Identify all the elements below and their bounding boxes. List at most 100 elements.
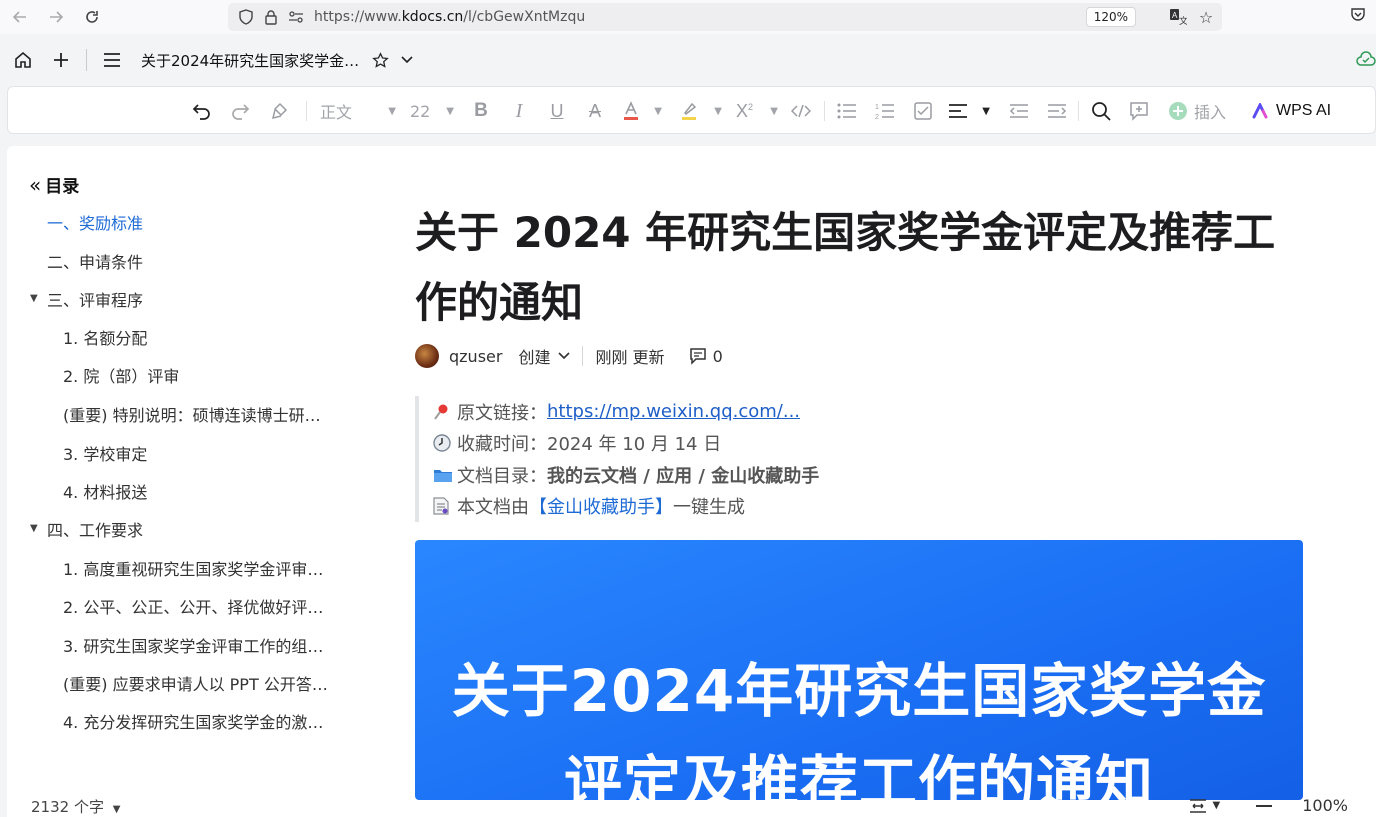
chevron-down-icon[interactable] bbox=[395, 41, 419, 79]
toc-item[interactable]: 3. 学校审定 bbox=[63, 441, 335, 465]
toc-header[interactable]: « 目录 bbox=[29, 172, 80, 198]
toc-item[interactable]: 2. 公平、公正、公开、择优做好评… bbox=[63, 594, 335, 618]
time-value: 2024 年 10 月 14 日 bbox=[547, 434, 722, 456]
toc-item[interactable]: 4. 充分发挥研究生国家奖学金的激… bbox=[63, 709, 335, 733]
svg-text:2: 2 bbox=[875, 114, 879, 120]
document-meta: qzuser 创建 刚刚 更新 0 bbox=[415, 342, 723, 370]
undo-icon[interactable] bbox=[188, 97, 216, 125]
created-label: 创建 bbox=[518, 348, 551, 367]
collapse-double-chevron-icon[interactable]: « bbox=[29, 173, 41, 197]
cloud-saved-icon bbox=[1356, 51, 1376, 71]
new-plus-icon[interactable] bbox=[42, 41, 80, 79]
page-width-toggle[interactable]: ▼ bbox=[1189, 798, 1220, 814]
outdent-icon[interactable] bbox=[1006, 97, 1032, 125]
toc-item[interactable]: 一、奖励标准 bbox=[47, 210, 347, 234]
toc-item[interactable]: (重要) 应要求申请人以 PPT 公开答… bbox=[63, 671, 335, 695]
insert-button[interactable]: 插入 bbox=[1168, 97, 1238, 125]
bold-icon[interactable]: B bbox=[468, 97, 494, 125]
document-title[interactable]: 关于 2024 年研究生国家奖学金评定及推荐工作的通知 bbox=[415, 198, 1305, 338]
toc-item[interactable]: (重要) 特别说明：硕博连读博士研… bbox=[63, 402, 335, 426]
toc-item[interactable]: 二、申请条件 bbox=[47, 249, 347, 273]
url-text[interactable]: https://www.kdocs.cn/l/cbGewXntMzqu bbox=[314, 9, 585, 25]
menu-icon[interactable] bbox=[93, 41, 131, 79]
numbered-list-icon[interactable]: 12 bbox=[872, 97, 898, 125]
app-header: 关于2024年研究生国家奖学金… bbox=[0, 34, 1376, 86]
toc-item[interactable]: 四、工作要求 bbox=[47, 517, 347, 541]
code-icon[interactable] bbox=[788, 97, 814, 125]
avatar[interactable] bbox=[415, 344, 439, 368]
reload-icon[interactable] bbox=[74, 2, 110, 32]
toolbar-divider bbox=[1078, 101, 1079, 121]
zoom-indicator[interactable]: 120% bbox=[1085, 7, 1136, 27]
checkbox-icon[interactable] bbox=[910, 97, 936, 125]
doc-title[interactable]: 关于2024年研究生国家奖学金… bbox=[141, 50, 359, 71]
info-quote-block[interactable]: 原文链接： https://mp.weixin.qq.com/... 收藏时间：… bbox=[415, 396, 1015, 522]
folder-icon bbox=[433, 467, 455, 483]
zoom-level[interactable]: 100% bbox=[1302, 796, 1348, 815]
toc-item[interactable]: 3. 研究生国家奖学金评审工作的组… bbox=[63, 633, 335, 657]
back-arrow-icon[interactable] bbox=[2, 2, 38, 32]
svg-text:1: 1 bbox=[875, 104, 879, 111]
clock-icon bbox=[433, 434, 455, 452]
highlight-icon[interactable]: ▼ bbox=[680, 97, 722, 125]
toc-item[interactable]: 三、评审程序 bbox=[47, 287, 347, 311]
document-content[interactable]: 关于 2024 年研究生国家奖学金评定及推荐工作的通知 qzuser 创建 刚刚… bbox=[415, 146, 1305, 800]
address-bar[interactable]: https://www.kdocs.cn/l/cbGewXntMzqu 120%… bbox=[228, 3, 1222, 31]
toolbar-divider bbox=[306, 101, 307, 121]
toc-item[interactable]: 2. 院（部）评审 bbox=[63, 363, 335, 387]
font-size-select[interactable]: 22 ▼ bbox=[410, 97, 454, 125]
home-icon[interactable] bbox=[4, 41, 42, 79]
bullet-list-icon[interactable] bbox=[834, 97, 860, 125]
pocket-icon[interactable] bbox=[1350, 6, 1366, 26]
bookmark-star-icon[interactable]: ☆ bbox=[1196, 7, 1216, 27]
time-label: 收藏时间： bbox=[457, 434, 547, 456]
toolbar-divider bbox=[824, 101, 825, 121]
translate-icon[interactable]: A文 bbox=[1168, 7, 1188, 27]
wps-ai-button[interactable]: WPS AI bbox=[1252, 97, 1331, 125]
comment-count-button[interactable]: 0 bbox=[689, 347, 723, 366]
header-divider bbox=[86, 49, 87, 71]
dir-value: 我的云文档 / 应用 / 金山收藏助手 bbox=[547, 465, 820, 487]
add-comment-icon[interactable] bbox=[1126, 97, 1152, 125]
lock-icon[interactable] bbox=[264, 9, 278, 25]
superscript-icon[interactable]: X2 ▼ bbox=[736, 97, 778, 125]
toc-item[interactable]: 1. 高度重视研究生国家奖学金评审… bbox=[63, 556, 335, 580]
pushpin-icon bbox=[433, 403, 455, 421]
wps-ai-label: WPS AI bbox=[1276, 102, 1332, 119]
gen-name-link[interactable]: 【金山收藏助手】 bbox=[529, 493, 673, 519]
chevron-down-icon[interactable] bbox=[558, 352, 571, 360]
updated-label: 刚刚 更新 bbox=[595, 348, 665, 367]
expand-triangle-icon[interactable]: ▼ bbox=[30, 293, 38, 304]
source-link[interactable]: https://mp.weixin.qq.com/... bbox=[547, 401, 800, 422]
word-count[interactable]: 2132 个字 ▼ bbox=[31, 796, 120, 817]
banner-line-1: 关于2024年研究生国家奖学金 bbox=[451, 657, 1267, 725]
redo-icon[interactable] bbox=[226, 97, 254, 125]
permissions-icon[interactable] bbox=[288, 10, 304, 24]
toc-title: 目录 bbox=[45, 177, 80, 197]
comment-count: 0 bbox=[712, 346, 723, 366]
document-icon bbox=[433, 497, 455, 515]
shield-icon bbox=[238, 9, 254, 25]
generated-by-line: 本文档由 【金山收藏助手】 一键生成 bbox=[433, 491, 1015, 523]
format-painter-icon[interactable] bbox=[266, 97, 294, 125]
strikethrough-icon[interactable]: A bbox=[582, 97, 608, 125]
page-width-icon bbox=[1189, 798, 1206, 813]
expand-triangle-icon[interactable]: ▼ bbox=[30, 523, 38, 534]
italic-icon[interactable]: I bbox=[506, 97, 532, 125]
toc-item[interactable]: 4. 材料报送 bbox=[63, 479, 335, 503]
font-color-icon[interactable]: ▼ bbox=[622, 97, 662, 125]
paragraph-style-select[interactable]: 正文 ▼ bbox=[320, 97, 396, 125]
editor-toolbar: 正文 ▼ 22 ▼ B I U A ▼ ▼ X2 ▼ 12 ▼ 插入 WPS A… bbox=[7, 86, 1376, 134]
favorite-star-icon[interactable] bbox=[365, 41, 395, 79]
underline-icon[interactable]: U bbox=[544, 97, 570, 125]
title-banner-image[interactable]: 关于2024年研究生国家奖学金 评定及推荐工作的通知 bbox=[415, 540, 1303, 800]
author-name[interactable]: qzuser bbox=[449, 347, 502, 366]
indent-icon[interactable] bbox=[1044, 97, 1070, 125]
toc-item[interactable]: 1. 名额分配 bbox=[63, 325, 335, 349]
zoom-out-icon[interactable] bbox=[1256, 804, 1273, 807]
word-count-value: 2132 个字 bbox=[31, 798, 104, 816]
search-icon[interactable] bbox=[1088, 97, 1114, 125]
forward-arrow-icon[interactable] bbox=[38, 2, 74, 32]
align-icon[interactable]: ▼ bbox=[948, 97, 990, 125]
comment-icon bbox=[689, 348, 706, 365]
